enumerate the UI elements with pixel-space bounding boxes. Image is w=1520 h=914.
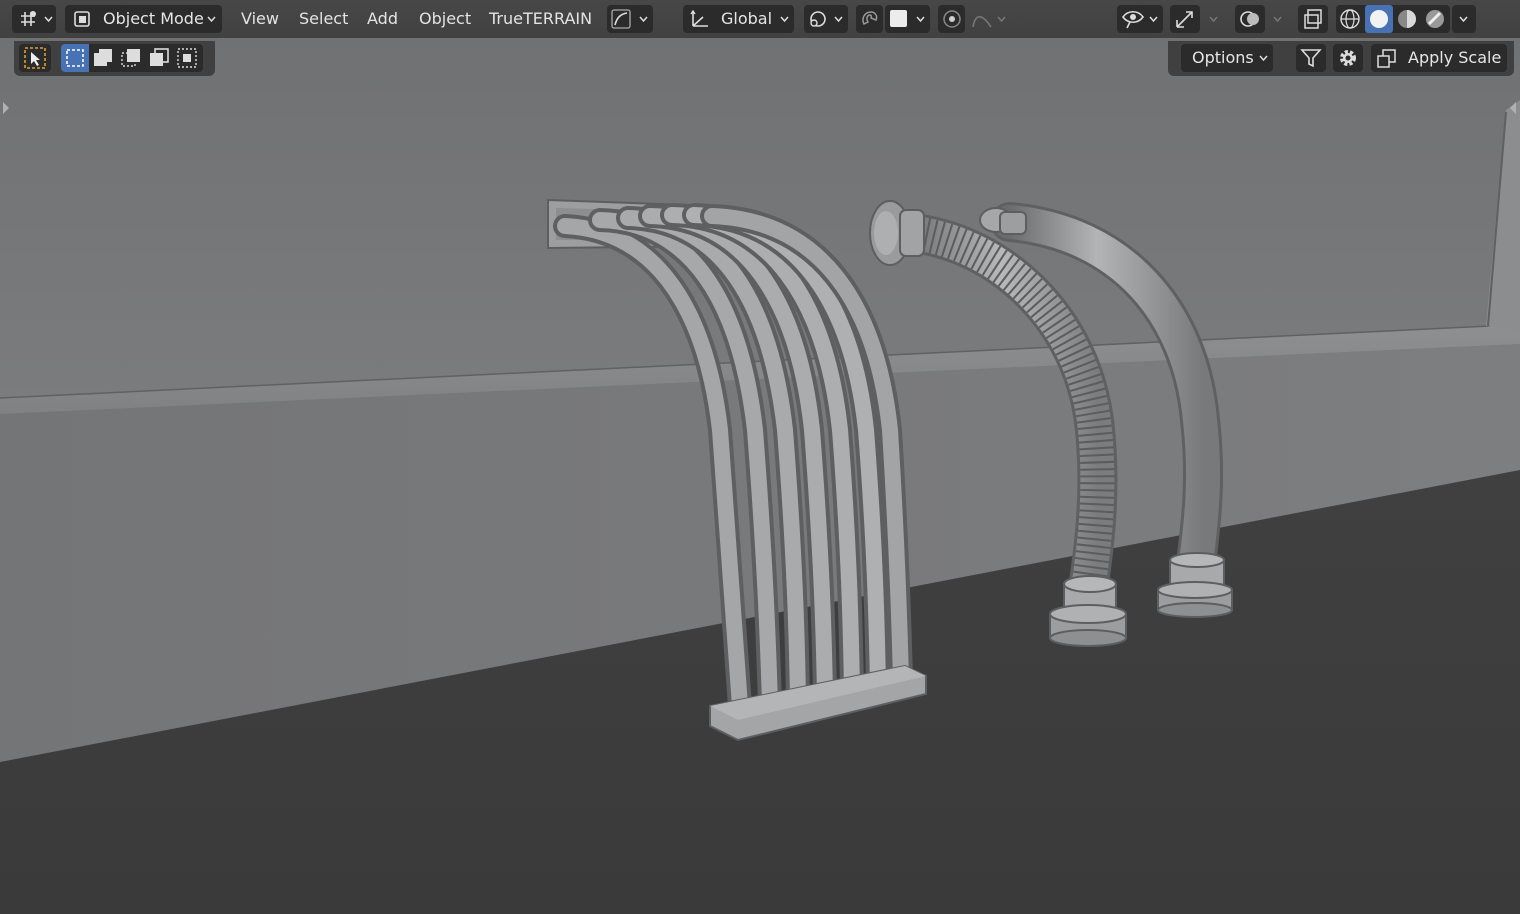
transform-orientation-icon [690, 9, 708, 27]
snap-increment-icon [890, 10, 907, 27]
options-dropdown[interactable]: Options [1181, 44, 1273, 72]
snap-icon [862, 11, 878, 26]
chevron-down-icon [1259, 55, 1268, 62]
overlays-toggle[interactable] [1235, 5, 1265, 33]
falloff-curve-icon [972, 16, 992, 28]
settings-button[interactable] [1333, 44, 1363, 72]
overlays-chevron-icon[interactable] [1273, 16, 1282, 23]
chevron-down-icon [1459, 16, 1468, 23]
chevron-down-icon [997, 16, 1006, 23]
xray-icon [1304, 9, 1322, 29]
chevron-down-icon [780, 16, 789, 23]
overlays-icon [1240, 11, 1259, 27]
gear-icon [1340, 50, 1356, 66]
viewport-options-bar: Options Apply Scale [1168, 41, 1514, 76]
apply-scale-label: Apply Scale [1408, 48, 1502, 67]
curve-icon [611, 9, 631, 29]
options-label: Options [1192, 48, 1254, 67]
wireframe-shading-icon[interactable] [1339, 8, 1361, 30]
box-select-new-icon [66, 49, 84, 67]
falloff-dropdown[interactable] [968, 5, 1012, 33]
chevron-down-icon [834, 16, 843, 23]
box-select-extend-icon[interactable] [92, 47, 114, 69]
proportional-edit-toggle[interactable] [938, 5, 965, 33]
select-tool-icon [24, 47, 46, 69]
rendered-shading-icon[interactable] [1424, 8, 1446, 30]
pivot-icon [810, 11, 826, 27]
3d-viewport[interactable] [0, 0, 1520, 914]
chevron-down-icon [916, 16, 925, 23]
chevron-down-icon [44, 16, 53, 23]
editor-type-icon [21, 11, 36, 26]
material-shading-icon[interactable] [1396, 8, 1418, 30]
filter-icon [1300, 49, 1322, 68]
box-select-invert-icon[interactable] [148, 47, 170, 69]
visibility-dropdown[interactable] [1117, 5, 1163, 33]
viewport-header: Object Mode View Select Add Object TrueT… [0, 0, 1520, 38]
shading-mode-group [1336, 5, 1450, 33]
mode-label: Object Mode [103, 9, 204, 28]
apply-scale-icon [1377, 49, 1396, 68]
xray-toggle[interactable] [1298, 5, 1328, 33]
menu-trueterrain[interactable]: TrueTERRAIN [481, 5, 600, 33]
proportional-edit-icon [943, 10, 961, 28]
mode-dropdown[interactable]: Object Mode [65, 5, 222, 33]
pivot-point-dropdown[interactable] [804, 5, 848, 33]
selection-mode-group [61, 44, 203, 72]
gizmo-toggle[interactable] [1170, 5, 1200, 33]
snap-target-dropdown[interactable] [885, 5, 930, 33]
solid-shading-button[interactable] [1365, 5, 1393, 33]
menu-object[interactable]: Object [411, 5, 479, 33]
eye-icon [1122, 10, 1144, 29]
box-select-intersect-icon[interactable] [176, 47, 198, 69]
snap-toggle[interactable] [856, 5, 883, 33]
blender-3d-viewport-window: Object Mode View Select Add Object TrueT… [0, 0, 1520, 914]
object-mode-icon [74, 11, 90, 27]
active-tool-button[interactable] [19, 44, 51, 72]
menu-view[interactable]: View [233, 5, 287, 33]
box-select-subtract-icon[interactable] [120, 47, 142, 69]
tool-settings-bar [14, 41, 215, 76]
chevron-down-icon [207, 16, 216, 23]
gizmo-chevron-icon[interactable] [1209, 16, 1218, 23]
apply-scale-button[interactable]: Apply Scale [1371, 44, 1507, 72]
chevron-down-icon [639, 16, 648, 23]
gizmo-icon [1176, 11, 1193, 28]
solid-shading-icon [1370, 10, 1388, 28]
menu-add[interactable]: Add [359, 5, 406, 33]
orientation-label: Global [721, 9, 773, 28]
curve-pivot-dropdown[interactable] [607, 5, 653, 33]
editor-type-button[interactable] [12, 5, 56, 33]
chevron-down-icon [1149, 16, 1158, 23]
shading-options-dropdown[interactable] [1452, 5, 1476, 33]
menu-select[interactable]: Select [291, 5, 356, 33]
box-select-new-button[interactable] [61, 44, 89, 72]
filter-button[interactable] [1296, 44, 1326, 72]
transform-orientation-dropdown[interactable]: Global [683, 5, 794, 33]
